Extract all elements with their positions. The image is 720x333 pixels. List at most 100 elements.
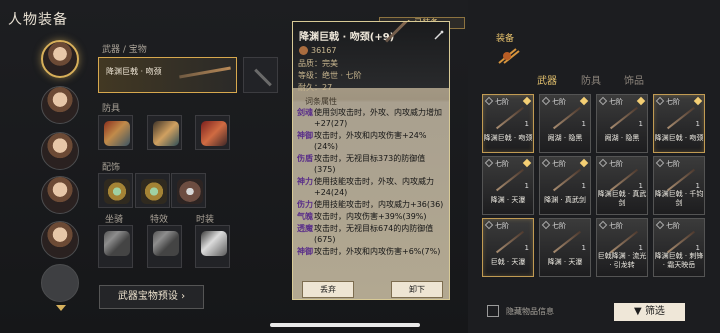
pin-icon (598, 158, 608, 168)
inventory-item[interactable]: 七阶 1 降渊 · 真武剑 (539, 156, 591, 215)
pin-icon (598, 96, 608, 106)
power-icon (299, 46, 308, 55)
weapon-image (609, 230, 639, 254)
item-quality: 品质：完美 (298, 59, 338, 68)
attribute-value: 攻击时，无视目标674的内防御值(675) (314, 224, 434, 244)
filter-button[interactable]: ▼ 筛选 (614, 303, 685, 321)
inventory-item[interactable]: 七阶 1 降渊巨戟 · 刺锋 · 霜天映岳 (653, 218, 705, 277)
weapon-image (609, 168, 639, 192)
inventory-item[interactable]: 七阶 1 巨戟 · 天瀑 (482, 218, 534, 277)
unequip-button[interactable]: 卸下 (391, 281, 443, 298)
attribute-row: 伤盾 攻击时，无视目标373的防御值(375) (297, 153, 445, 175)
weapon-image (666, 168, 696, 192)
inventory-item[interactable]: 七阶 1 降渊巨戟 · 吻颈 (482, 94, 534, 153)
attribute-value: 使用技能攻击时，外攻、内攻威力+24(24) (314, 177, 434, 197)
item-count: 1 (695, 182, 700, 190)
hide-item-info-checkbox[interactable] (487, 305, 499, 317)
item-name: 阙湖 · 隐黑 (604, 134, 640, 142)
page-title: 人物装备 (8, 12, 68, 28)
avatar[interactable] (41, 40, 79, 78)
attribute-key: 透魔 (297, 224, 313, 233)
equipment-emblem-icon (498, 48, 520, 64)
pin-icon (655, 96, 665, 106)
weapon-image (495, 106, 525, 130)
weapon-image (552, 230, 582, 254)
inventory-item[interactable]: 七阶 1 降渊巨戟 · 吻颈 (653, 94, 705, 153)
mount-slot[interactable] (98, 225, 133, 268)
weapon-section-label: 武器 / 宝物 (102, 45, 147, 55)
attribute-value: 攻击时，无视目标373的防御值(375) (314, 154, 426, 174)
attribute-row: 伤力 使用技能攻击时，内攻威力+36(36) (297, 199, 445, 210)
attribute-key: 伤力 (297, 200, 313, 209)
inventory-item[interactable]: 七阶 1 降渊 · 天瀑 (482, 156, 534, 215)
weapon-image (666, 230, 696, 254)
accessory-slot[interactable] (171, 173, 206, 208)
inventory-item[interactable]: 七阶 1 降渊 · 天瀑 (539, 218, 591, 277)
avatar[interactable] (41, 132, 79, 170)
avatar[interactable] (41, 86, 79, 124)
tab-weapons[interactable]: 武器 (537, 72, 557, 87)
item-name: 降渊巨戟 · 吻颈(+9) (299, 32, 395, 43)
tab-armor[interactable]: 防具 (581, 72, 601, 87)
item-name: 阙湖 · 隐黑 (547, 134, 583, 142)
weapon-slot[interactable]: 降渊巨戟 · 吻颈 (98, 57, 237, 93)
pin-icon (598, 220, 608, 230)
pen-icon[interactable] (433, 29, 445, 41)
pin-icon (484, 96, 494, 106)
inventory-grid[interactable]: 七阶 1 降渊巨戟 · 吻颈 七阶 1 阙湖 · 隐黑 七阶 1 阙湖 · 隐黑 七阶 1 降渊巨戟 … (482, 94, 709, 287)
attribute-row: 神御 攻击时，外攻和内攻伤害+6%(7%) (297, 246, 445, 257)
treasure-slot[interactable] (243, 57, 278, 93)
accessory-image (104, 179, 130, 204)
attribute-key: 剑魂 (297, 108, 313, 117)
item-rank: 七阶 (666, 160, 680, 168)
item-name: 降渊巨戟 · 吻颈 (654, 134, 704, 142)
item-count: 1 (638, 244, 643, 252)
weapon-image (552, 168, 582, 192)
special-slot[interactable] (147, 225, 182, 268)
weapon-preset-label: 武器宝物预设 (117, 291, 178, 302)
pin-icon (655, 220, 665, 230)
mount-image (104, 231, 130, 256)
diamond-icon (693, 96, 703, 106)
armor-slot[interactable] (98, 115, 133, 150)
item-count: 1 (638, 120, 643, 128)
item-count: 1 (524, 182, 529, 190)
outfit-slot[interactable] (195, 225, 230, 268)
item-rank: 七阶 (609, 160, 623, 168)
accessory-slot[interactable] (135, 173, 170, 208)
character-list[interactable] (39, 38, 81, 316)
armor-slot[interactable] (195, 115, 230, 150)
item-rank: 七阶 (609, 98, 623, 106)
attribute-value: 使用技能攻击时，内攻威力+36(36) (314, 200, 444, 209)
diamond-icon (636, 96, 646, 106)
tab-accessories[interactable]: 饰品 (624, 72, 644, 87)
accessory-slot[interactable] (98, 173, 133, 208)
outfit-image (201, 231, 227, 256)
weapon-image (495, 230, 525, 254)
pin-icon (484, 220, 494, 230)
inventory-item[interactable]: 七阶 1 降渊巨戟 · 真武剑 (596, 156, 648, 215)
empty-avatar-slot[interactable] (41, 264, 79, 302)
attribute-row: 剑魂 使用剑攻击时，外攻、内攻威力增加+27(27) (297, 107, 445, 129)
item-name: 降渊 · 天瀑 (490, 196, 526, 204)
item-count: 1 (524, 244, 529, 252)
inventory-item[interactable]: 七阶 1 巨戟降渊 · 流光 · 引龙转 (596, 218, 648, 277)
item-name: 降渊 · 真武剑 (544, 196, 586, 204)
item-rank: 七阶 (495, 222, 509, 230)
inventory-tabs[interactable]: 武器 防具 饰品 (523, 70, 688, 90)
inventory-item[interactable]: 七阶 1 阙湖 · 隐黑 (596, 94, 648, 153)
avatar[interactable] (41, 176, 79, 214)
inventory-item[interactable]: 七阶 1 阙湖 · 隐黑 (539, 94, 591, 153)
chevron-down-icon[interactable] (56, 305, 66, 311)
weapon-name: 降渊巨戟 · 吻颈 (106, 67, 162, 76)
item-name: 降渊巨戟 · 刺锋 · 霜天映岳 (654, 252, 704, 269)
armor-slot[interactable] (147, 115, 182, 150)
weapon-image (495, 168, 525, 192)
attribute-key: 神御 (297, 247, 313, 256)
weapon-image (552, 106, 582, 130)
accessory-image (177, 179, 203, 204)
inventory-item[interactable]: 七阶 1 降渊巨戟 · 千钧剑 (653, 156, 705, 215)
discard-button[interactable]: 丢弃 (302, 281, 354, 298)
weapon-preset-button[interactable]: 武器宝物预设 › (99, 285, 204, 309)
avatar[interactable] (41, 221, 79, 259)
